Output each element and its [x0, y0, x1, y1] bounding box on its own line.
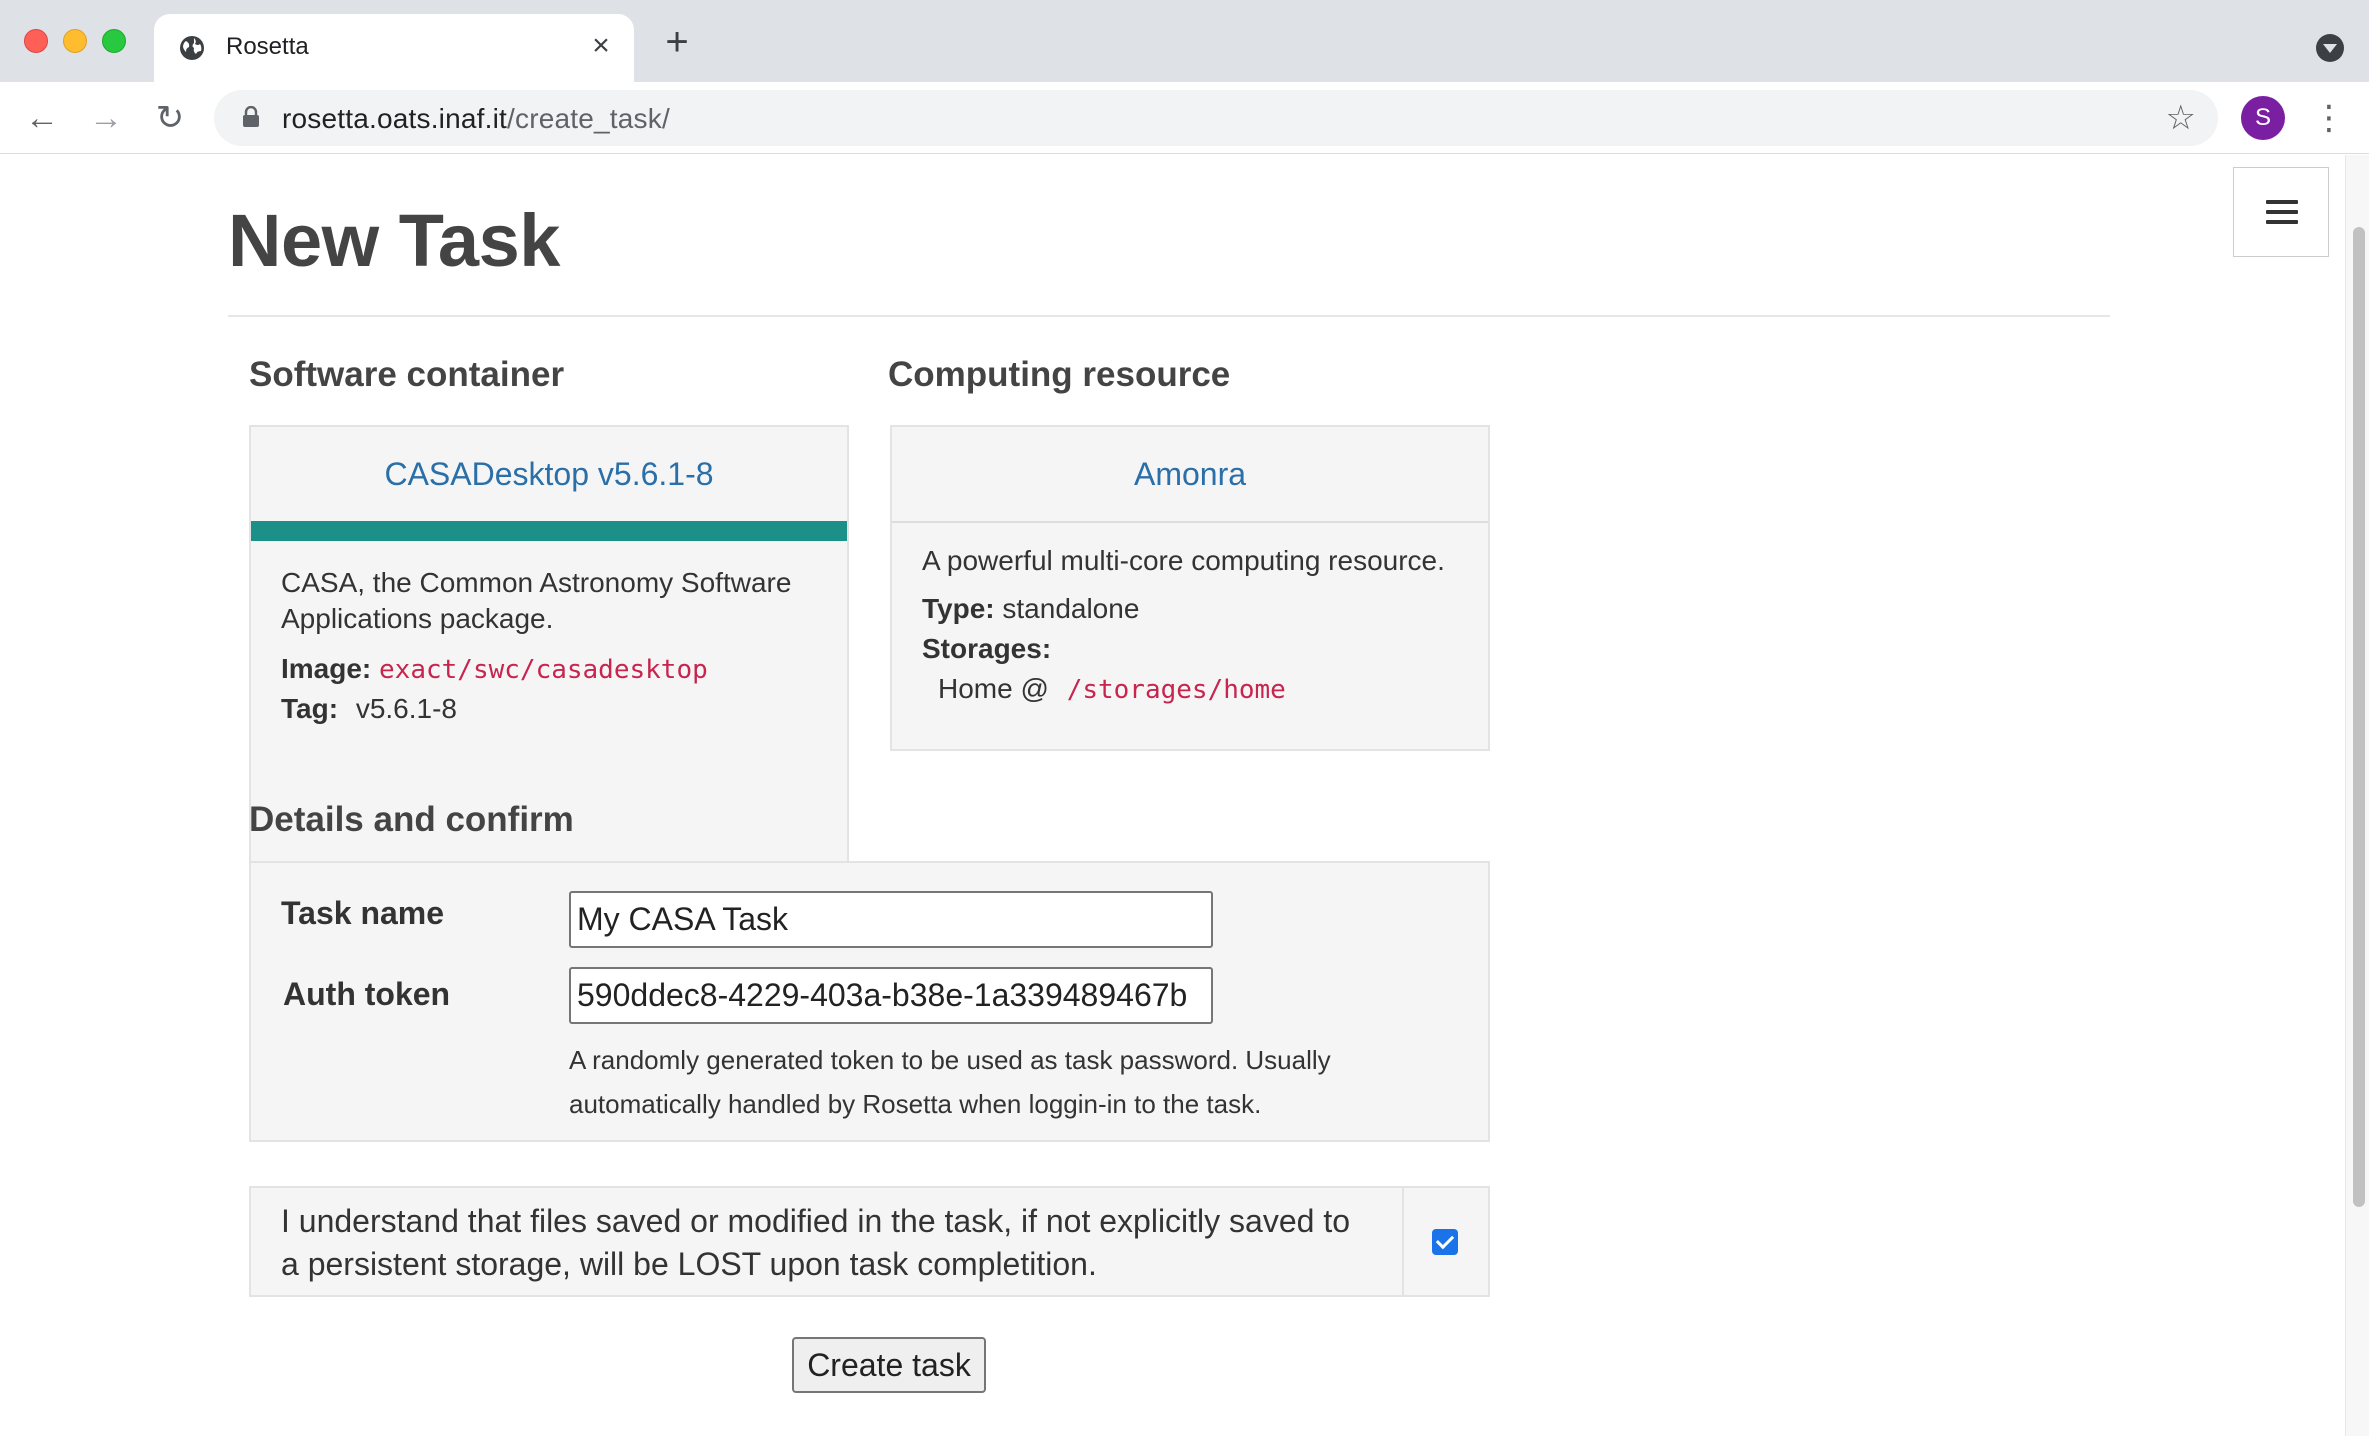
tab-strip: Rosetta × + [0, 0, 2369, 82]
task-name-label: Task name [281, 895, 445, 931]
confirmation-checkbox[interactable] [1432, 1229, 1458, 1255]
auth-token-help: A randomly generated token to be used as… [569, 1045, 1331, 1119]
page-scrollbar[interactable] [2345, 155, 2369, 1436]
back-button[interactable]: ← [20, 96, 64, 140]
bookmark-star-icon[interactable]: ☆ [2166, 98, 2196, 138]
tag-value: v5.6.1-8 [355, 693, 457, 724]
create-task-button[interactable]: Create task [792, 1337, 986, 1393]
hamburger-icon [2266, 200, 2298, 204]
task-details-form: Task name My CASA Task Auth token 590dde… [249, 861, 1490, 1142]
close-tab-icon[interactable]: × [586, 31, 616, 61]
tag-label: Tag: [281, 693, 339, 724]
software-image-row: Image: exact/swc/casadesktop [281, 651, 708, 688]
task-name-input[interactable]: My CASA Task [569, 891, 1213, 948]
software-accent-bar [251, 521, 847, 541]
browser-menu-icon[interactable]: ⋮ [2312, 96, 2346, 140]
url-path: /create_task/ [507, 103, 670, 134]
details-heading: Details and confirm [249, 800, 574, 839]
computing-resource-name[interactable]: Amonra [892, 427, 1488, 521]
data-loss-confirmation: I understand that files saved or modifie… [249, 1186, 1490, 1297]
software-description: CASA, the Common Astronomy Software Appl… [281, 567, 792, 634]
maximize-window-button[interactable] [102, 29, 126, 53]
computing-resource-heading: Computing resource [888, 355, 1231, 394]
image-label: Image: [281, 653, 372, 684]
browser-tab[interactable]: Rosetta × [154, 14, 634, 82]
close-window-button[interactable] [24, 29, 48, 53]
auth-token-label: Auth token [283, 976, 451, 1012]
menu-toggle-button[interactable] [2233, 167, 2329, 257]
hamburger-icon [2266, 210, 2298, 214]
confirmation-text: I understand that files saved or modifie… [281, 1203, 1351, 1282]
profile-avatar[interactable]: S [2241, 96, 2285, 140]
title-divider [228, 315, 2110, 317]
page-title: New Task [228, 199, 560, 282]
card-divider [892, 521, 1488, 523]
storage-path: /storages/home [1066, 675, 1286, 705]
new-tab-button[interactable]: + [660, 22, 694, 62]
address-bar[interactable]: rosetta.oats.inaf.it/create_task/ ☆ [214, 90, 2218, 146]
tab-title: Rosetta [226, 33, 309, 60]
globe-icon [180, 36, 204, 60]
url-text: rosetta.oats.inaf.it/create_task/ [282, 103, 670, 135]
scrollbar-thumb[interactable] [2353, 227, 2365, 1207]
type-label: Type: [922, 593, 995, 624]
url-host: rosetta.oats.inaf.it [282, 103, 508, 134]
software-name[interactable]: CASADesktop v5.6.1-8 [251, 427, 847, 521]
image-value: exact/swc/casadesktop [379, 655, 708, 685]
forward-button[interactable]: → [84, 96, 128, 140]
computing-resource-card[interactable]: Amonra A powerful multi-core computing r… [890, 425, 1490, 751]
lock-icon [243, 106, 259, 127]
page-viewport: New Task Software container CASADesktop … [0, 155, 2369, 1436]
computing-description: A powerful multi-core computing resource… [922, 545, 1445, 576]
tab-search-icon[interactable] [2316, 34, 2344, 62]
type-value: standalone [1002, 593, 1140, 624]
reload-button[interactable]: ↻ [148, 96, 192, 140]
computing-type-row: Type: standalone [922, 591, 1139, 627]
browser-toolbar: ← → ↻ rosetta.oats.inaf.it/create_task/ … [0, 82, 2369, 154]
storage-name: Home @ [938, 673, 1049, 704]
minimize-window-button[interactable] [63, 29, 87, 53]
confirmation-divider [1402, 1188, 1404, 1295]
storages-label: Storages: [922, 633, 1052, 664]
hamburger-icon [2266, 220, 2298, 224]
auth-token-input[interactable]: 590ddec8-4229-403a-b38e-1a339489467b [569, 967, 1213, 1024]
software-tag-row: Tag: v5.6.1-8 [281, 691, 457, 727]
storage-item: Home @ /storages/home [938, 671, 1286, 708]
software-container-heading: Software container [249, 355, 565, 394]
